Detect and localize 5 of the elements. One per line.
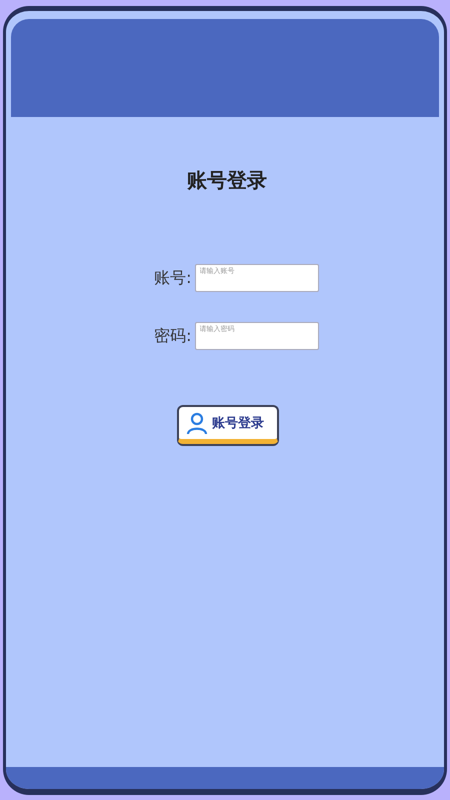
user-icon xyxy=(185,411,209,435)
field-label: 账号: xyxy=(153,268,192,288)
login-button[interactable]: 账号登录 xyxy=(177,405,279,444)
field-label: 密码: xyxy=(153,326,192,346)
page-title: 账号登录 xyxy=(186,167,267,194)
